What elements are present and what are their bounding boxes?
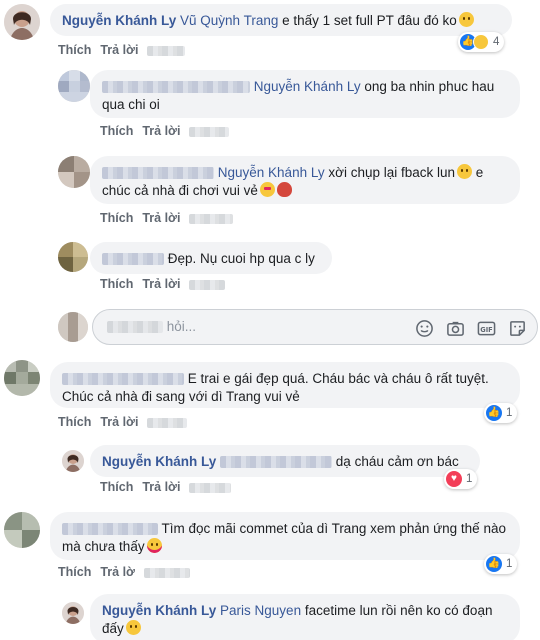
like-link[interactable]: Thích: [58, 415, 91, 429]
reply-link[interactable]: Trả lời: [100, 43, 138, 57]
gif-icon[interactable]: GIF: [476, 318, 496, 338]
comment-author[interactable]: Nguyễn Khánh Ly: [102, 454, 216, 469]
timestamp: [143, 567, 190, 578]
laughing-tears-icon: [458, 12, 474, 27]
haha-reaction-icon: [473, 34, 489, 50]
comment-bubble: Tìm đọc mãi commet của dì Trang xem phản…: [50, 512, 520, 560]
like-reaction-icon: 👍: [486, 405, 502, 421]
comment-actions: Thích Trả lời: [100, 124, 238, 138]
like-link[interactable]: Thích: [100, 211, 133, 225]
comment-mention[interactable]: Nguyễn Khánh Ly: [254, 79, 361, 94]
redacted-name: [107, 321, 163, 334]
comment-bubble: Đẹp. Nụ cuoi hp qua c ly: [90, 242, 332, 274]
reaction-count: 4: [493, 36, 500, 48]
heart-eyes-icon: [259, 182, 275, 197]
comment-actions: Thích Trả lời: [100, 277, 234, 291]
sticker-icon[interactable]: [507, 318, 527, 338]
redacted-name: [102, 167, 214, 180]
avatar[interactable]: [58, 70, 90, 102]
reply-link[interactable]: Trả lời: [142, 211, 180, 225]
party-face-icon: [146, 538, 162, 553]
like-link[interactable]: Thích: [100, 480, 133, 494]
reaction-count: 1: [466, 473, 473, 485]
comment-bubble: E trai e gái đẹp quá. Cháu bác và cháu ô…: [50, 362, 520, 408]
reply-link[interactable]: Trả lời: [100, 415, 138, 429]
camera-icon[interactable]: [445, 318, 465, 338]
avatar[interactable]: [62, 602, 84, 624]
reaction-summary[interactable]: 👍 1: [484, 403, 518, 423]
smiley-icon[interactable]: [414, 318, 434, 338]
timestamp: [189, 279, 226, 290]
svg-text:GIF: GIF: [480, 325, 492, 333]
redacted-name: [220, 456, 333, 469]
comment-bubble: Nguyễn Khánh Ly dạ cháu cảm ơn bác: [90, 445, 480, 477]
reaction-count: 1: [506, 407, 513, 419]
reply-link[interactable]: Trả lời: [142, 124, 180, 138]
reaction-summary[interactable]: ♥ 1: [444, 469, 478, 489]
avatar[interactable]: [62, 450, 84, 472]
comment-mention[interactable]: Nguyễn Khánh Ly: [218, 165, 325, 180]
laughing-tears-icon: [457, 164, 473, 179]
avatar: [58, 312, 88, 342]
comment-actions: Thích Trả lời: [58, 415, 196, 429]
reply-link[interactable]: Trả lời: [142, 277, 180, 291]
like-link[interactable]: Thích: [100, 124, 133, 138]
comment-text: e thấy 1 set full PT đâu đó ko: [282, 13, 457, 28]
peach-icon: [276, 182, 292, 197]
avatar[interactable]: [4, 4, 40, 40]
reply-input[interactable]: hỏi... GIF: [92, 309, 538, 345]
comment-actions: Thích Trả lời: [100, 480, 240, 494]
reaction-summary[interactable]: 👍 1: [484, 554, 518, 574]
comment-mention[interactable]: Vũ Quỳnh Trang: [180, 13, 278, 28]
timestamp: [189, 126, 230, 137]
like-link[interactable]: Thích: [58, 43, 91, 57]
comment-author[interactable]: Nguyễn Khánh Ly: [102, 603, 216, 618]
reply-link[interactable]: Trả lờ: [100, 565, 135, 579]
comment-text: xời chụp lại fback lun: [328, 165, 456, 180]
comment-bubble: Nguyễn Khánh Ly xời chụp lại fback lun e…: [90, 156, 520, 204]
comment-actions: Thích Trả lờ: [58, 565, 199, 579]
like-reaction-icon: 👍: [486, 556, 502, 572]
timestamp: [189, 213, 234, 224]
avatar[interactable]: [4, 512, 40, 548]
comment-bubble: Nguyễn Khánh Ly Paris Nguyen facetime lu…: [90, 594, 520, 640]
laughing-tears-icon: [125, 620, 141, 635]
timestamp: [189, 482, 232, 493]
like-link[interactable]: Thích: [58, 565, 91, 579]
redacted-name: [62, 373, 184, 386]
comment-mention[interactable]: Paris Nguyen: [220, 603, 301, 618]
reaction-summary[interactable]: 👍 4: [458, 32, 505, 52]
comment-author[interactable]: Nguyễn Khánh Ly: [62, 13, 176, 28]
avatar[interactable]: [4, 360, 40, 396]
comment-text: Đẹp. Nụ cuoi hp qua c ly: [167, 251, 315, 266]
reaction-count: 1: [506, 558, 513, 570]
redacted-name: [102, 81, 250, 94]
timestamp: [147, 45, 186, 56]
avatar[interactable]: [58, 156, 90, 188]
reply-placeholder: hỏi...: [107, 319, 196, 334]
comment-bubble: Nguyễn Khánh Ly ong ba nhin phuc hau qua…: [90, 70, 520, 118]
timestamp: [147, 417, 188, 428]
redacted-name: [62, 523, 158, 536]
avatar[interactable]: [58, 242, 88, 272]
redacted-name: [102, 253, 164, 266]
comment-text: dạ cháu cảm ơn bác: [335, 454, 459, 469]
comment-actions: Thích Trả lời: [100, 211, 242, 225]
comment-actions: Thích Trả lời: [58, 43, 194, 57]
love-reaction-icon: ♥: [446, 471, 462, 487]
reply-link[interactable]: Trả lời: [142, 480, 180, 494]
comment-bubble: Nguyễn Khánh Ly Vũ Quỳnh Trang e thấy 1 …: [50, 4, 512, 36]
like-link[interactable]: Thích: [100, 277, 133, 291]
